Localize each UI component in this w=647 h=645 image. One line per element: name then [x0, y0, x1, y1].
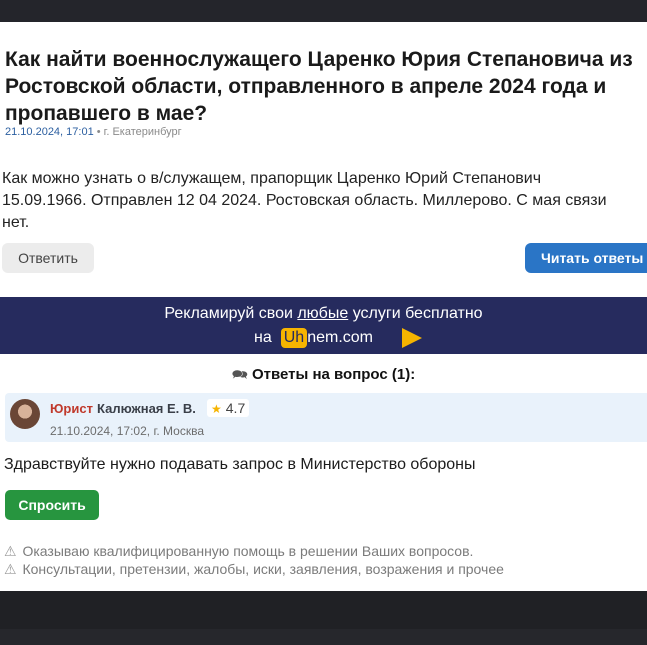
- rating-badge: ★ 4.7: [207, 399, 250, 417]
- chat-icon: 🗪: [231, 367, 248, 382]
- ad-logo-highlight: Uh: [280, 328, 308, 348]
- ad-text: Рекламируй свои: [164, 305, 298, 322]
- question-body-line: нет.: [2, 214, 30, 231]
- ad-logo-text: nem.com: [307, 329, 373, 346]
- ad-link-text: любые: [297, 305, 349, 322]
- question-meta: 21.10.2024, 17:01 • г. Екатеринбург: [5, 126, 182, 138]
- answers-heading: 🗪 Ответы на вопрос (1):: [0, 366, 647, 388]
- lawyer-name[interactable]: Калюжная Е. В.: [97, 401, 196, 416]
- answer-card: Юрист Калюжная Е. В. ★ 4.7 21.10.2024, 17…: [5, 393, 647, 442]
- question-body: Как можно узнать о в/служащем, прапорщик…: [2, 168, 647, 234]
- question-date: 21.10.2024, 17:01: [5, 126, 94, 138]
- ad-line1: Рекламируй свои любые услуги бесплатно: [0, 305, 647, 323]
- answer-text: Здравствуйте нужно подавать запрос в Мин…: [4, 456, 476, 473]
- warning-icon: ⚠: [4, 561, 17, 577]
- question-page: Как найти военнослужащего Царенко Юрия С…: [0, 22, 647, 591]
- lawyer-notes: ⚠ Оказываю квалифицированную помощь в ре…: [4, 542, 504, 578]
- answer-date: 21.10.2024, 17:02,: [50, 424, 151, 438]
- note-line: ⚠ Консультации, претензии, жалобы, иски,…: [4, 560, 504, 578]
- ask-button[interactable]: Спросить: [5, 490, 99, 520]
- question-title: Как найти военнослужащего Царенко Юрия С…: [5, 48, 633, 125]
- star-icon: ★: [211, 402, 222, 416]
- rating-value: 4.7: [225, 400, 246, 416]
- answer-meta: 21.10.2024, 17:02, г. Москва: [50, 424, 204, 438]
- question-body-line: Как можно узнать о в/служащем, прапорщик…: [2, 170, 542, 187]
- note-text: Оказываю квалифицированную помощь в реше…: [22, 543, 474, 559]
- answer-role: Юрист: [50, 401, 93, 416]
- ad-text: услуги бесплатно: [348, 305, 483, 322]
- warning-icon: ⚠: [4, 543, 17, 559]
- play-icon: [402, 328, 422, 348]
- answers-heading-text: Ответы на вопрос (1):: [251, 366, 416, 383]
- question-location: • г. Екатеринбург: [96, 126, 182, 138]
- avatar[interactable]: [10, 399, 40, 429]
- ad-banner[interactable]: Рекламируй свои любые услуги бесплатно н…: [0, 297, 647, 354]
- question-body-line: 15.09.1966. Отправлен 12 04 2024. Ростов…: [2, 192, 607, 209]
- note-text: Консультации, претензии, жалобы, иски, з…: [22, 561, 504, 577]
- reply-button[interactable]: Ответить: [2, 243, 94, 273]
- bottom-bar: [0, 591, 647, 645]
- answer-location: г. Москва: [153, 424, 204, 438]
- ad-line2: на Uh nem.com: [254, 328, 373, 348]
- note-line: ⚠ Оказываю квалифицированную помощь в ре…: [4, 542, 504, 560]
- ad-text: на: [254, 329, 272, 346]
- top-bar: [0, 0, 647, 22]
- read-answers-button[interactable]: Читать ответы (1): [525, 243, 647, 273]
- bottom-strip: [0, 629, 647, 645]
